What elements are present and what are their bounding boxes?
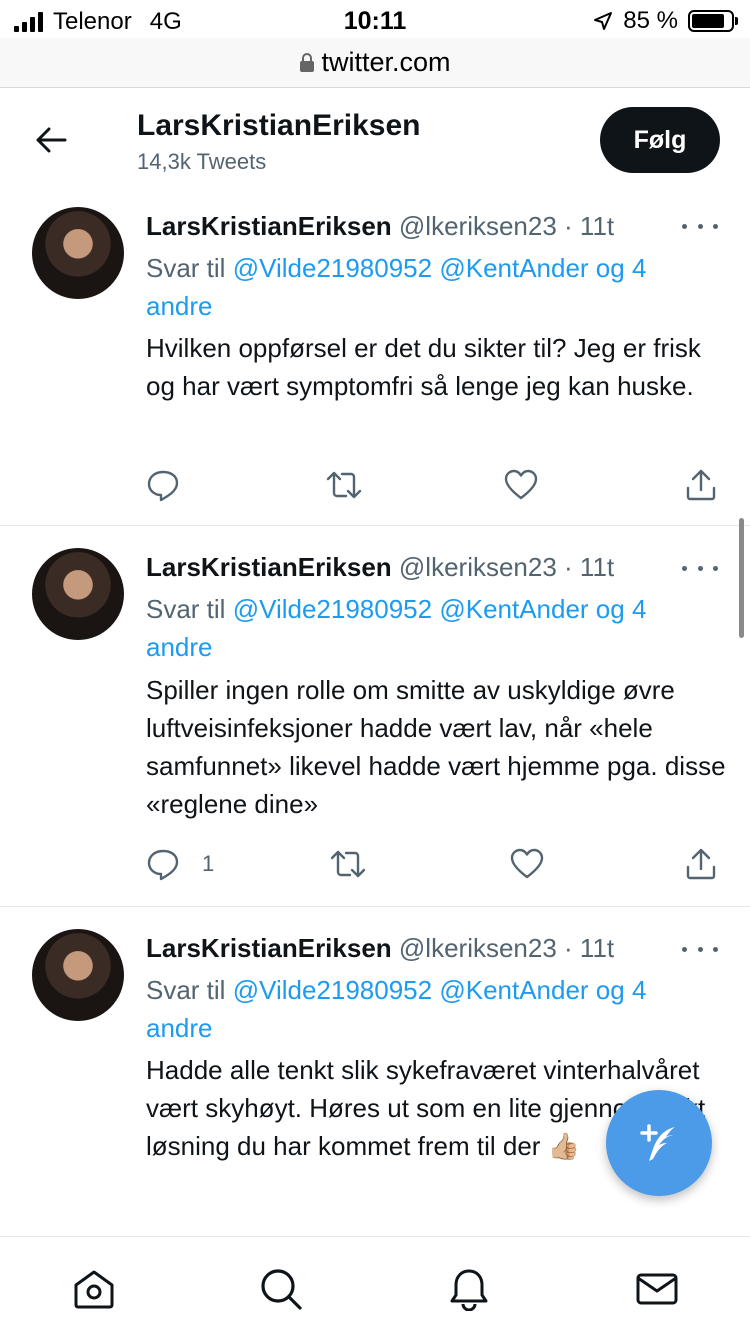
tweet[interactable]: LarsKristianEriksen @lkeriksen23 · 11t S…: [0, 199, 750, 526]
profile-name: LarsKristianEriksen: [137, 109, 421, 142]
nav-notifications[interactable]: [445, 1265, 493, 1313]
nav-messages[interactable]: [633, 1265, 681, 1313]
arrow-left-icon: [36, 127, 67, 153]
follow-button[interactable]: Følg: [600, 107, 720, 173]
tweet-author-name[interactable]: LarsKristianEriksen: [146, 211, 392, 241]
chat-bubble-icon: [147, 470, 179, 502]
reply-to: Svar til @Vilde21980952 @KentAnder og 4 …: [146, 971, 706, 1047]
home-icon: [74, 1270, 114, 1309]
browser-url-bar[interactable]: twitter.com: [0, 38, 750, 88]
more-button[interactable]: [682, 558, 718, 578]
tweet-actions: [146, 1225, 726, 1236]
location-arrow-icon: [594, 12, 613, 30]
reply-prefix: Svar til: [146, 594, 233, 624]
tweet-text: Spiller ingen rolle om smitte av uskyldi…: [146, 675, 726, 819]
heart-icon: [504, 469, 538, 500]
tweet-author-name[interactable]: LarsKristianEriksen: [146, 933, 392, 963]
battery-percent: 85 %: [623, 7, 678, 34]
scrollbar[interactable]: [739, 518, 744, 638]
tweet-actions: [146, 465, 726, 505]
heart-icon: [510, 848, 544, 879]
retweet-icon: [330, 850, 366, 878]
back-button[interactable]: [30, 119, 72, 161]
tweet-actions: 1: [146, 844, 726, 884]
compose-icon: [640, 1124, 675, 1161]
mail-icon: [636, 1273, 678, 1305]
chat-bubble-icon: [147, 849, 179, 881]
battery-icon: [688, 10, 738, 32]
more-button[interactable]: [682, 216, 718, 236]
share-icon: [686, 848, 716, 880]
retweet-icon: [326, 471, 362, 499]
reply-button[interactable]: [146, 465, 194, 505]
reply-prefix: Svar til: [146, 253, 233, 283]
avatar[interactable]: [32, 929, 124, 1021]
tweet-header: LarsKristianEriksen @lkeriksen23 · 11t: [146, 211, 614, 242]
tweet-count: 14,3k Tweets: [137, 149, 267, 174]
compose-button[interactable]: [606, 1090, 712, 1196]
tweet-header: LarsKristianEriksen @lkeriksen23 · 11t: [146, 552, 614, 583]
tweet[interactable]: LarsKristianEriksen @lkeriksen23 · 11t S…: [0, 526, 750, 907]
share-button[interactable]: [684, 844, 718, 884]
tweet-author-handle: @lkeriksen23 · 11t: [398, 552, 615, 582]
reply-count: 1: [202, 851, 215, 876]
status-bar: Telenor 4G 10:11 85 %: [0, 0, 750, 40]
status-right: 85 %: [593, 7, 738, 35]
more-button[interactable]: [682, 939, 718, 959]
reply-prefix: Svar til: [146, 975, 233, 1005]
reply-to: Svar til @Vilde21980952 @KentAnder og 4 …: [146, 590, 706, 666]
nav-home[interactable]: [70, 1265, 118, 1313]
reply-to: Svar til @Vilde21980952 @KentAnder og 4 …: [146, 249, 706, 325]
search-icon: [261, 1269, 302, 1310]
like-button[interactable]: [510, 844, 544, 884]
bottom-nav: [0, 1236, 750, 1334]
profile-header: LarsKristianEriksen 14,3k Tweets Følg: [0, 89, 750, 199]
reply-button[interactable]: 1: [146, 844, 214, 884]
bell-icon: [450, 1269, 488, 1311]
lock-icon: [300, 52, 315, 72]
retweet-button[interactable]: [326, 465, 362, 505]
nav-search[interactable]: [257, 1265, 305, 1313]
avatar[interactable]: [32, 207, 124, 299]
tweet-author-handle: @lkeriksen23 · 11t: [398, 211, 615, 241]
share-icon: [686, 469, 716, 501]
like-button[interactable]: [504, 465, 538, 505]
tweet-author-name[interactable]: LarsKristianEriksen: [146, 552, 392, 582]
tweet-author-handle: @lkeriksen23 · 11t: [398, 933, 615, 963]
tweet-header: LarsKristianEriksen @lkeriksen23 · 11t: [146, 933, 614, 964]
tweet-text: Hvilken oppførsel er det du sikter til? …: [146, 333, 701, 401]
avatar[interactable]: [32, 548, 124, 640]
retweet-button[interactable]: [330, 844, 366, 884]
share-button[interactable]: [684, 465, 718, 505]
url-text: twitter.com: [321, 47, 451, 77]
